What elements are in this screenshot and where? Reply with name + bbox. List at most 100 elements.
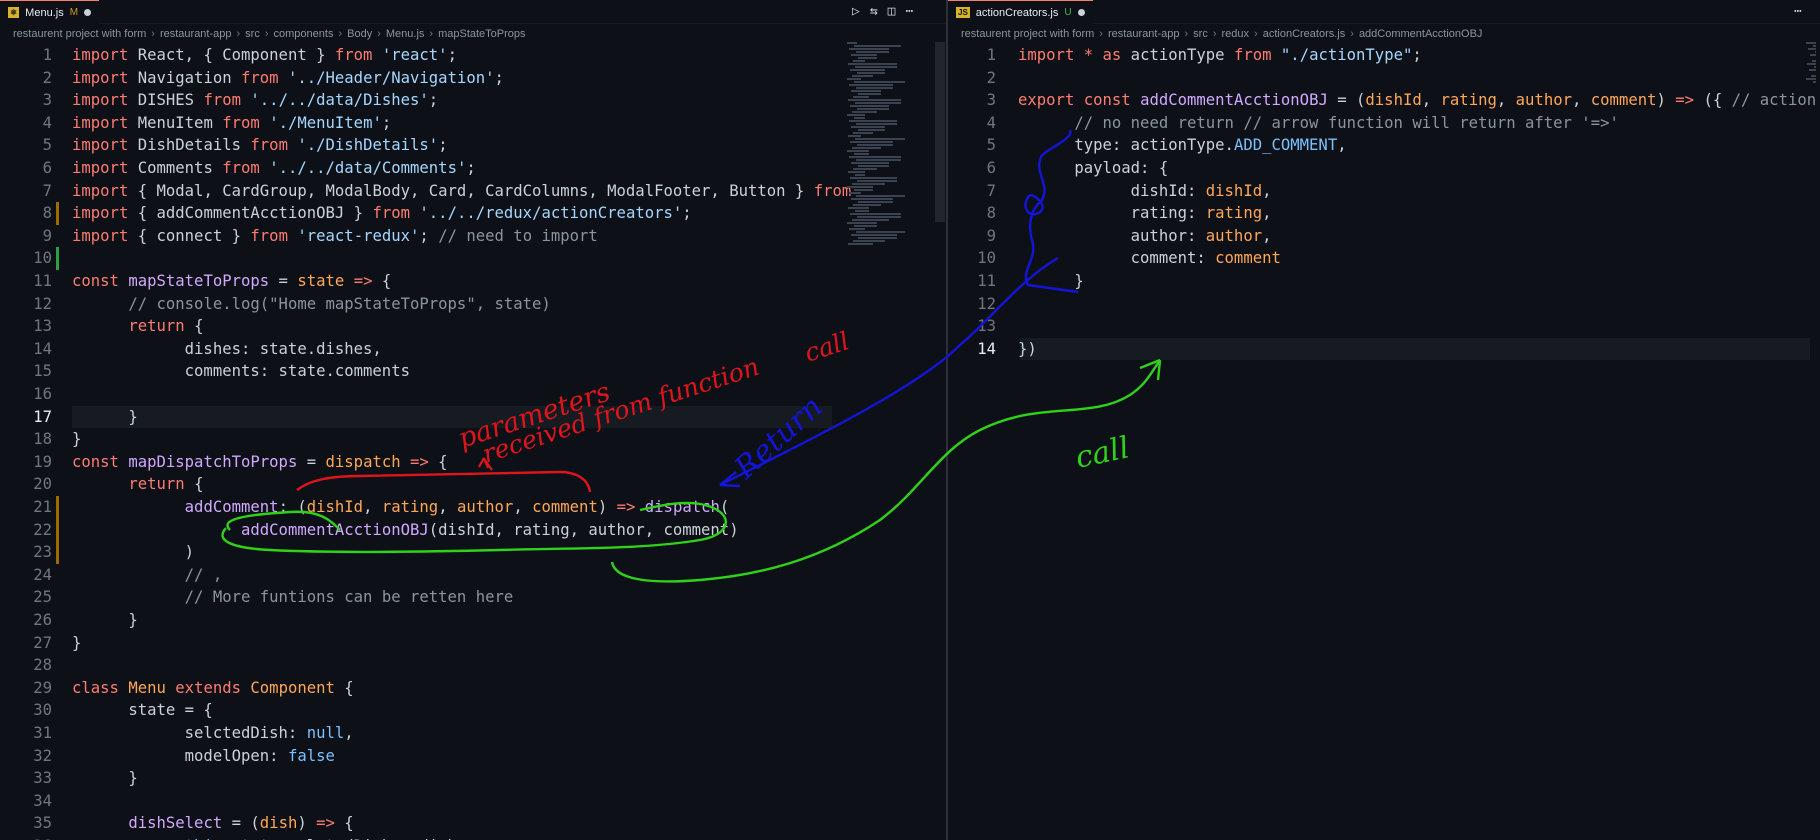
split-editor-icon[interactable]: ◫ [888,4,896,19]
code-line[interactable]: 26 } [0,609,835,632]
tab-menu-js[interactable]: ⚛ Menu.js M [0,0,100,24]
code-text[interactable]: } [72,406,137,429]
code-line[interactable]: 11 } [948,270,1738,293]
code-text[interactable]: import MenuItem from './MenuItem'; [72,112,391,135]
code-text[interactable]: modelOpen: false [72,745,335,768]
more-actions-icon[interactable]: ⋯ [1794,4,1802,19]
code-text[interactable]: import { addCommentAcctionOBJ } from '..… [72,202,692,225]
breadcrumb-item[interactable]: Body [347,28,372,40]
code-text[interactable]: import Comments from '../../data/Comment… [72,157,476,180]
code-text[interactable]: comment: comment [1018,247,1281,270]
code-text[interactable]: import * as actionType from "./actionTyp… [1018,44,1422,67]
code-text[interactable]: type: actionType.ADD_COMMENT, [1018,134,1346,157]
code-line[interactable]: 4 import MenuItem from './MenuItem'; [0,112,835,135]
code-text[interactable]: } [72,632,81,655]
code-text[interactable]: } [72,609,137,632]
code-line[interactable]: 10 [0,247,835,270]
code-text[interactable]: }) [1018,338,1037,361]
breadcrumb-item[interactable]: actionCreators.js [1263,28,1346,40]
code-text[interactable]: ) [72,541,194,564]
code-text[interactable]: return { [72,315,203,338]
code-line[interactable]: 17 } [0,406,835,429]
code-text[interactable]: } [72,767,137,790]
run-icon[interactable]: ▷ [852,4,860,19]
code-text[interactable]: const mapStateToProps = state => { [72,270,391,293]
code-line[interactable]: 24 // , [0,564,835,587]
code-line[interactable]: 19 const mapDispatchToProps = dispatch =>… [0,451,835,474]
code-line[interactable]: 9 import { connect } from 'react-redux'; … [0,225,835,248]
breadcrumb-item[interactable]: src [1193,28,1208,40]
code-line[interactable]: 11 const mapStateToProps = state => { [0,270,835,293]
code-text[interactable]: class Menu extends Component { [72,677,354,700]
code-line[interactable]: 34 [0,790,835,813]
code-text[interactable]: return { [72,473,203,496]
unsaved-dot-icon[interactable] [1077,9,1085,16]
breadcrumb-item[interactable]: components [274,28,334,40]
code-line[interactable]: 5 import DishDetails from './DishDetails'… [0,134,835,157]
breadcrumb-item[interactable]: mapStateToProps [438,28,525,40]
code-text[interactable]: rating: rating, [1018,202,1272,225]
code-text[interactable]: } [72,428,81,451]
minimap[interactable] [1802,42,1816,252]
code-text[interactable]: addComment: (dishId, rating, author, com… [72,496,730,519]
code-line[interactable]: 14}) [948,338,1738,361]
unsaved-dot-icon[interactable] [84,9,92,16]
code-line[interactable]: 1 import * as actionType from "./actionTy… [948,44,1738,67]
code-text[interactable]: comments: state.comments [72,360,410,383]
code-text[interactable]: import DISHES from '../../data/Dishes'; [72,89,438,112]
code-text[interactable]: payload: { [1018,157,1168,180]
code-line[interactable]: 7 import { Modal, CardGroup, ModalBody, C… [0,180,852,203]
code-text[interactable]: this.state.selctedDish = dish; [72,835,467,840]
code-line[interactable]: 10 comment: comment [948,247,1738,270]
code-text[interactable]: // console.log("Home mapStateToProps", s… [72,293,550,316]
code-line[interactable]: 25 // More funtions can be retten here [0,586,835,609]
code-text[interactable]: import Navigation from '../Header/Naviga… [72,67,504,90]
code-line[interactable]: 6 import Comments from '../../data/Commen… [0,157,835,180]
code-text[interactable]: } [1018,270,1083,293]
code-text[interactable]: dishSelect = (dish) => { [72,812,353,835]
breadcrumb-item[interactable]: redux [1222,28,1250,40]
code-text[interactable]: state = { [72,699,213,722]
code-line[interactable]: 8 import { addCommentAcctionOBJ } from '.… [0,202,835,225]
code-line[interactable]: 21 addComment: (dishId, rating, author, … [0,496,835,519]
code-line[interactable]: 30 state = { [0,699,835,722]
breadcrumb-item[interactable]: addCommentAcctionOBJ [1359,28,1483,40]
code-line[interactable]: 23 ) [0,541,835,564]
code-line[interactable]: 9 author: author, [948,225,1738,248]
code-text[interactable]: import { connect } from 'react-redux'; /… [72,225,598,248]
vertical-scrollbar[interactable] [935,42,945,222]
code-text[interactable]: dishes: state.dishes, [72,338,382,361]
code-line[interactable]: 2 import Navigation from '../Header/Navig… [0,67,835,90]
code-line[interactable]: 5 type: actionType.ADD_COMMENT, [948,134,1738,157]
code-text[interactable]: // no need return // arrow function will… [1018,112,1619,135]
code-line[interactable]: 6 payload: { [948,157,1738,180]
code-line[interactable]: 14 dishes: state.dishes, [0,338,835,361]
code-line[interactable]: 31 selctedDish: null, [0,722,835,745]
code-line[interactable]: 35 dishSelect = (dish) => { [0,812,835,835]
code-text[interactable]: addCommentAcctionOBJ(dishId, rating, aut… [72,519,739,542]
code-line[interactable]: 12 // console.log("Home mapStateToProps"… [0,293,835,316]
code-line[interactable]: 7 dishId: dishId, [948,180,1738,203]
breadcrumb-item[interactable]: restaurant-app [1108,28,1180,40]
breadcrumb-item[interactable]: restaurent project with form [13,28,146,40]
code-text[interactable]: // , [72,564,223,587]
code-text[interactable]: import DishDetails from './DishDetails'; [72,134,448,157]
code-text[interactable]: selctedDish: null, [72,722,354,745]
code-line[interactable]: 8 rating: rating, [948,202,1738,225]
code-line[interactable]: 27} [0,632,835,655]
breadcrumb-item[interactable]: restaurent project with form [961,28,1094,40]
code-text[interactable]: // More funtions can be retten here [72,586,514,609]
code-text[interactable]: const mapDispatchToProps = dispatch => { [72,451,448,474]
code-line[interactable]: 33 } [0,767,835,790]
code-line[interactable]: 20 return { [0,473,835,496]
code-line[interactable]: 15 comments: state.comments [0,360,835,383]
code-text[interactable]: dishId: dishId, [1018,180,1272,203]
code-line[interactable]: 36 this.state.selctedDish = dish; [0,835,835,840]
code-line[interactable]: 3 export const addCommentAcctionOBJ = (di… [948,89,1817,112]
code-line[interactable]: 13 [948,315,1738,338]
code-line[interactable]: 28 [0,654,835,677]
code-text[interactable]: import { Modal, CardGroup, ModalBody, Ca… [72,180,851,203]
breadcrumb-item[interactable]: src [245,28,260,40]
code-text[interactable]: import React, { Component } from 'react'… [72,44,457,67]
code-text[interactable]: author: author, [1018,225,1272,248]
